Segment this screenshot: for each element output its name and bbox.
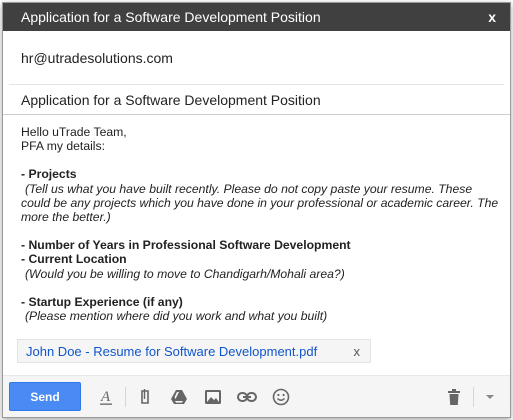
drive-icon[interactable] [162, 382, 196, 412]
startup-heading: - Startup Experience (if any) [21, 294, 183, 309]
projects-note-line-2: could be any projects which you have don… [21, 195, 499, 210]
intro-line: PFA my details: [21, 139, 105, 154]
compose-window: Application for a Software Development P… [2, 2, 511, 418]
compose-toolbar: Send A [3, 375, 510, 417]
emoji-icon[interactable] [264, 382, 298, 412]
link-icon[interactable] [230, 382, 264, 412]
formatting-icon[interactable]: A [89, 382, 123, 412]
send-button[interactable]: Send [9, 382, 81, 411]
years-heading: - Number of Years in Professional Softwa… [21, 238, 351, 253]
projects-note-line-1: (Tell us what you have built recently. P… [25, 181, 473, 196]
svg-text:A: A [100, 389, 111, 405]
attachment-chip[interactable]: John Doe - Resume for Software Developme… [17, 339, 371, 363]
greeting-line: Hello uTrade Team, [21, 125, 127, 139]
trash-icon[interactable] [437, 382, 471, 412]
message-body[interactable]: Hello uTrade Team, PFA my details: - Pro… [3, 115, 510, 323]
projects-heading: - Projects [21, 167, 77, 182]
compose-title-bar[interactable]: Application for a Software Development P… [3, 3, 510, 31]
to-field[interactable]: hr@utradesolutions.com [9, 31, 504, 85]
compose-title: Application for a Software Development P… [21, 9, 321, 25]
startup-note: (Please mention where did you work and w… [25, 309, 328, 324]
subject-field[interactable]: Application for a Software Development P… [3, 85, 510, 115]
close-button[interactable]: x [488, 9, 496, 25]
attachment-name[interactable]: John Doe - Resume for Software Developme… [26, 344, 317, 359]
remove-attachment-button[interactable]: x [354, 344, 361, 359]
attach-icon[interactable] [128, 382, 162, 412]
projects-note-line-3: more the better.) [21, 210, 111, 225]
toolbar-divider-right [473, 386, 474, 407]
location-heading: - Current Location [21, 252, 127, 267]
location-note: (Would you be willing to move to Chandig… [25, 266, 345, 281]
more-options-icon[interactable] [476, 382, 504, 412]
photo-icon[interactable] [196, 382, 230, 412]
toolbar-divider [125, 386, 126, 407]
